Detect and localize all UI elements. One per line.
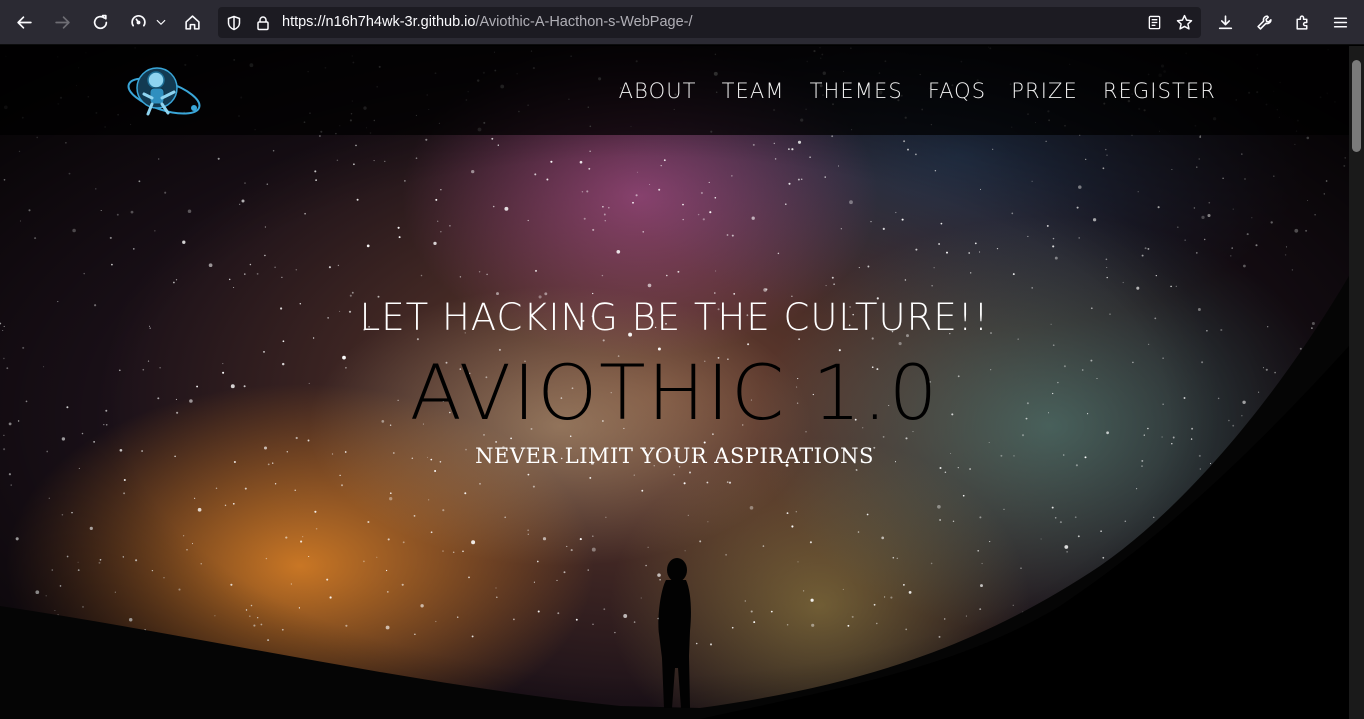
url-text[interactable]: https://n16h7h4wk-3r.github.io/Aviothic-… bbox=[282, 7, 693, 38]
lock-icon[interactable] bbox=[254, 14, 271, 31]
home-button[interactable] bbox=[177, 7, 207, 37]
url-bar[interactable]: https://n16h7h4wk-3r.github.io/Aviothic-… bbox=[218, 7, 1201, 38]
scrollbar-thumb[interactable] bbox=[1352, 60, 1361, 152]
nav-link-themes[interactable]: THEMES bbox=[810, 74, 903, 108]
reader-mode-icon[interactable] bbox=[1146, 14, 1163, 31]
site-navbar: ABOUT TEAM THEMES FAQS PRIZE REGISTER bbox=[0, 46, 1349, 135]
nav-link-register[interactable]: REGISTER bbox=[1103, 74, 1216, 108]
history-icon bbox=[130, 14, 146, 27]
wrench-icon bbox=[1256, 14, 1272, 30]
nav-link-faqs[interactable]: FAQS bbox=[928, 74, 986, 108]
page-viewport: ABOUT TEAM THEMES FAQS PRIZE REGISTER LE… bbox=[0, 46, 1349, 719]
browser-toolbar: https://n16h7h4wk-3r.github.io/Aviothic-… bbox=[0, 0, 1364, 45]
home-icon bbox=[184, 14, 200, 30]
download-icon bbox=[1218, 14, 1232, 29]
url-path: /Aviothic-A-Hacthon-s-WebPage-/ bbox=[475, 14, 693, 30]
extensions-icon bbox=[1295, 14, 1307, 30]
page-scrollbar[interactable] bbox=[1349, 46, 1364, 719]
hero-tagline: LET HACKING BE THE CULTURE!! bbox=[359, 296, 990, 339]
shield-icon[interactable] bbox=[225, 14, 242, 31]
url-host: https://n16h7h4wk-3r.github.io bbox=[282, 14, 476, 30]
app-menu-button[interactable] bbox=[1325, 7, 1355, 37]
bookmark-star-icon[interactable] bbox=[1176, 14, 1193, 31]
forward-button[interactable] bbox=[47, 7, 77, 37]
back-icon bbox=[16, 15, 32, 29]
history-button[interactable] bbox=[123, 7, 153, 37]
reload-icon bbox=[93, 14, 107, 29]
downloads-button[interactable] bbox=[1210, 7, 1240, 37]
aviothic-logo[interactable] bbox=[124, 58, 204, 124]
hero-subtitle: NEVER LIMIT YOUR ASPIRATIONS bbox=[475, 444, 874, 468]
back-button[interactable] bbox=[9, 7, 39, 37]
nav-link-about[interactable]: ABOUT bbox=[619, 74, 697, 108]
nav-links: ABOUT TEAM THEMES FAQS PRIZE REGISTER bbox=[619, 74, 1216, 108]
extensions-button[interactable] bbox=[1287, 7, 1317, 37]
chevron-down-icon bbox=[156, 19, 166, 25]
nav-link-team[interactable]: TEAM bbox=[722, 74, 785, 108]
forward-icon bbox=[54, 15, 70, 29]
developer-tools-button[interactable] bbox=[1249, 7, 1279, 37]
history-dropdown[interactable] bbox=[150, 7, 172, 37]
hero-title: AVIOTHIC 1.0 bbox=[409, 348, 940, 437]
reload-button[interactable] bbox=[85, 7, 115, 37]
nav-link-prize[interactable]: PRIZE bbox=[1011, 74, 1078, 108]
menu-icon bbox=[1333, 16, 1347, 28]
